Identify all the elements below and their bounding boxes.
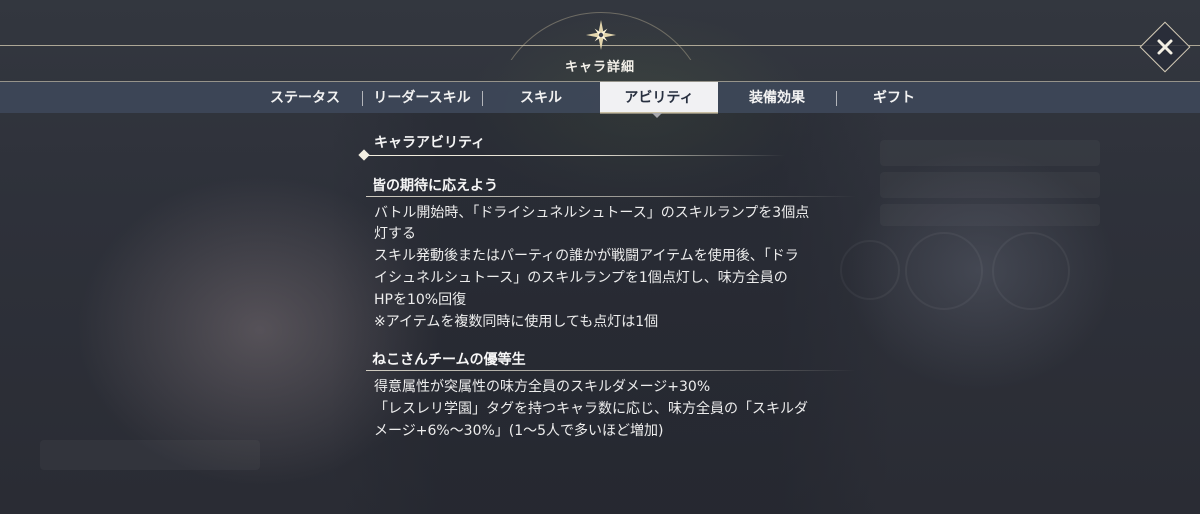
character-detail-screen: キャラ詳細 ステータス リーダースキル スキル アビリティ 装備効果 ギフト キ… — [0, 0, 1200, 514]
tab-separator — [362, 91, 363, 106]
background-panel — [880, 172, 1100, 198]
ability-description-line: 得意属性が突属性の味方全員のスキルダメージ+30% — [374, 379, 711, 395]
compass-star-icon — [586, 20, 616, 50]
background-panel — [880, 140, 1100, 166]
tab-status[interactable]: ステータス — [250, 82, 360, 114]
section-title: キャラアビリティ — [374, 135, 486, 151]
ability-description-line: ※アイテムを複数同時に使用しても点灯は1個 — [374, 314, 659, 330]
tab-skill[interactable]: スキル — [484, 82, 598, 114]
tab-separator — [482, 91, 483, 106]
background-panel — [880, 204, 1100, 226]
tab-equipment-effect[interactable]: 装備効果 — [720, 82, 834, 114]
ability-description-line: バトル開始時、「ドライシュネルシュトース」のスキルランプを3個点 — [374, 205, 810, 221]
tab-gift[interactable]: ギフト — [838, 82, 950, 114]
tab-leader-skill[interactable]: リーダースキル — [364, 82, 480, 114]
background-panel — [40, 440, 260, 470]
tab-ability[interactable]: アビリティ — [600, 82, 718, 114]
tab-separator — [836, 91, 837, 106]
ability-name: 皆の期待に応えよう — [372, 178, 498, 194]
close-icon — [1157, 39, 1173, 55]
ability-description-line: HPを10%回復 — [374, 292, 467, 308]
tab-bar: ステータス リーダースキル スキル アビリティ 装備効果 ギフト — [0, 81, 1200, 114]
ability-divider — [366, 196, 856, 197]
ability-description-line: 灯する — [374, 226, 416, 242]
background-circle — [992, 232, 1070, 310]
section-divider — [360, 155, 785, 156]
background-circle — [905, 232, 983, 310]
ability-description-line: スキル発動後またはパーティの誰かが戦闘アイテムを使用後、「ドラ — [374, 248, 799, 264]
ability-divider — [366, 370, 856, 371]
page-title: キャラ詳細 — [564, 60, 635, 75]
ability-description-line: メージ+6%～30%」(1～5人で多いほど増加) — [374, 423, 664, 439]
ability-description-line: イシュネルシュトース」のスキルランプを1個点灯し、味方全員の — [374, 270, 788, 286]
ability-description-line: 「レスレリ学園」タグを持つキャラ数に応じ、味方全員の「スキルダ — [374, 401, 808, 417]
ability-name: ねこさんチームの優等生 — [372, 352, 526, 368]
